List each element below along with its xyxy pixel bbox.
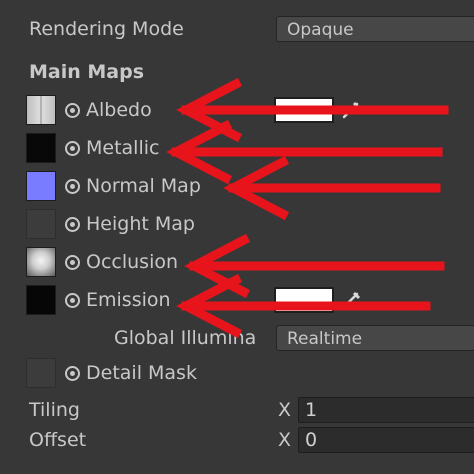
annotation-arrows	[166, 77, 449, 339]
emission-arrow	[176, 273, 431, 339]
metallic-arrow	[166, 119, 443, 185]
normal-map-arrow	[223, 155, 441, 221]
